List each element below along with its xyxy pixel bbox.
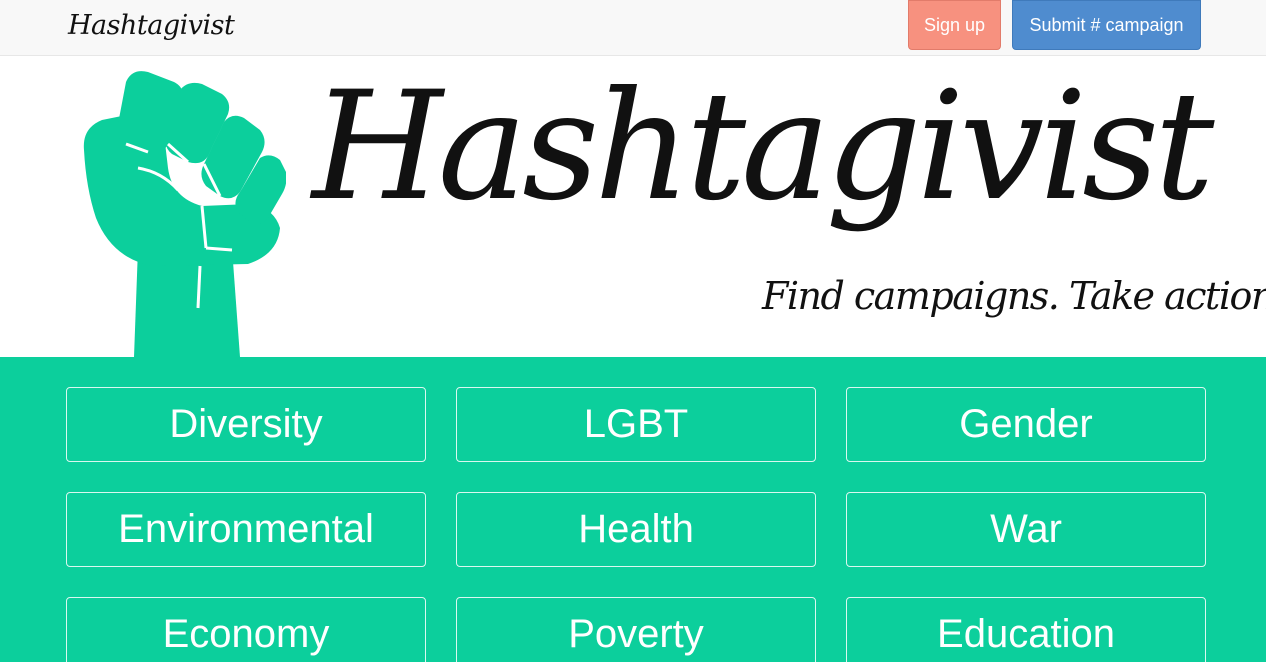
- hero-tagline: Find campaigns. Take action.: [762, 274, 1266, 318]
- category-war-button[interactable]: War: [846, 492, 1206, 567]
- category-health-button[interactable]: Health: [456, 492, 816, 567]
- category-poverty-button[interactable]: Poverty: [456, 597, 816, 662]
- category-gender-button[interactable]: Gender: [846, 387, 1206, 462]
- hero-banner: Hashtagivist Find campaigns. Take action…: [0, 56, 1266, 357]
- category-education-button[interactable]: Education: [846, 597, 1206, 662]
- category-economy-button[interactable]: Economy: [66, 597, 426, 662]
- category-lgbt-button[interactable]: LGBT: [456, 387, 816, 462]
- navbar: Hashtagivist Sign up Submit # campaign: [0, 0, 1266, 56]
- category-diversity-button[interactable]: Diversity: [66, 387, 426, 462]
- submit-campaign-button[interactable]: Submit # campaign: [1012, 0, 1201, 50]
- hero-title: Hashtagivist: [312, 60, 1214, 234]
- raised-fist-icon: [83, 71, 286, 357]
- category-environmental-button[interactable]: Environmental: [66, 492, 426, 567]
- brand-logo-text[interactable]: Hashtagivist: [68, 10, 235, 41]
- category-grid: Diversity LGBT Gender Environmental Heal…: [0, 357, 1266, 662]
- sign-up-button[interactable]: Sign up: [908, 0, 1001, 50]
